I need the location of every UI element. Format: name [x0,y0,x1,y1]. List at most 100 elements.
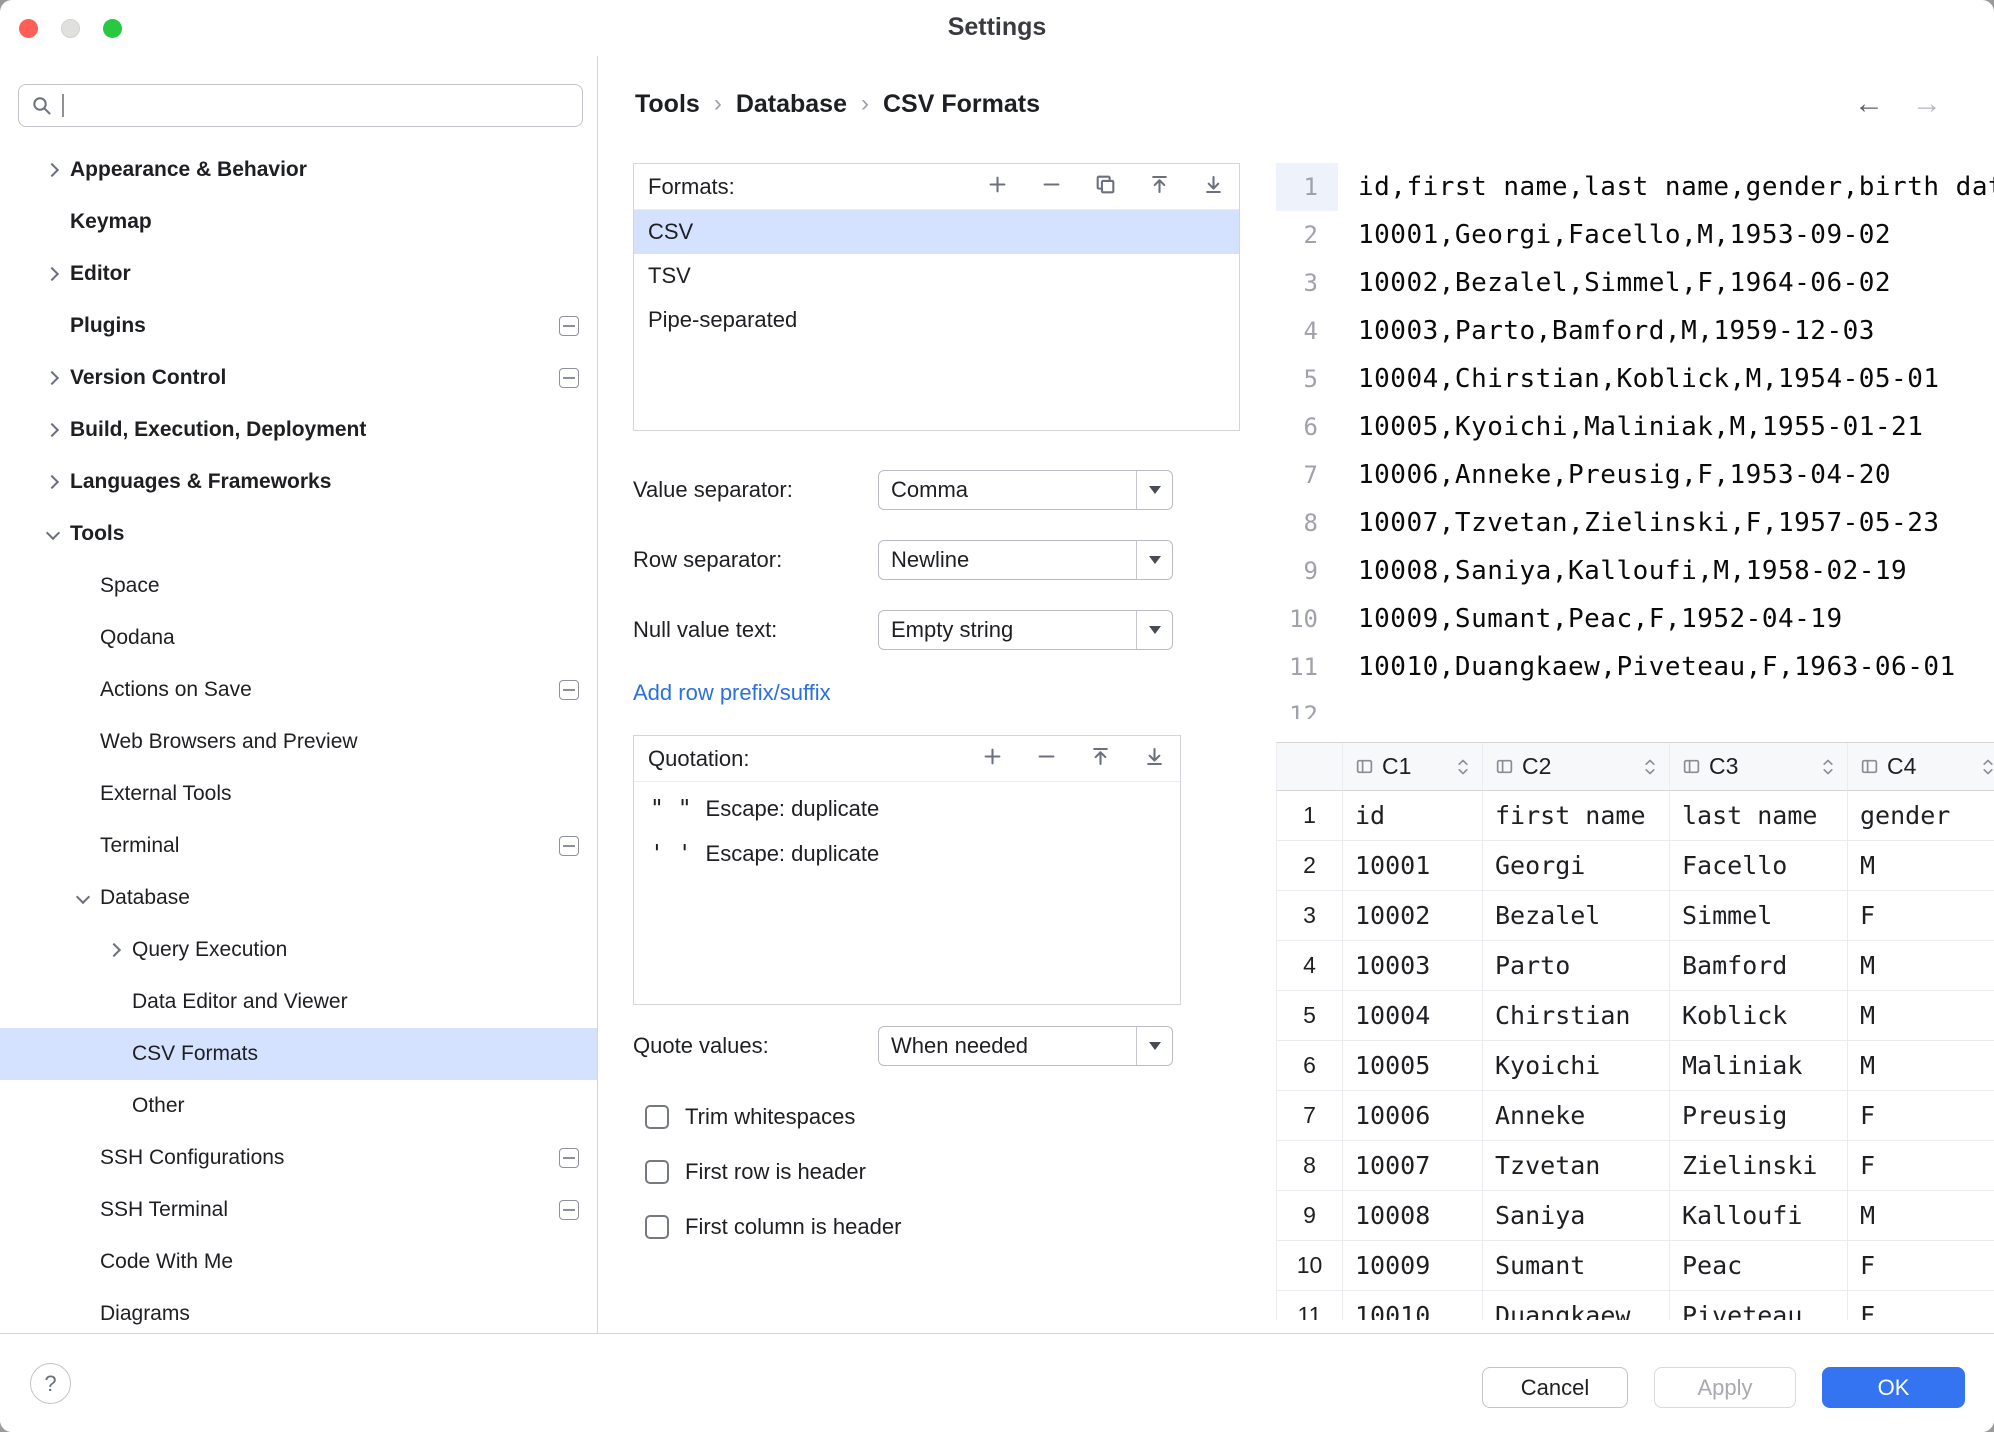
checkbox-row-trim-whitespaces[interactable]: Trim whitespaces [645,1095,901,1139]
sidebar-item-actions-on-save[interactable]: Actions on Save [0,664,597,716]
table-cell[interactable]: F [1848,1141,1994,1191]
table-cell[interactable]: M [1848,941,1994,991]
sort-icon[interactable] [1643,757,1657,777]
chevron-right-icon[interactable] [36,404,70,456]
csv-preview-grid[interactable]: C1C2C3C4 1idfirst namelast namegender210… [1276,742,1994,1320]
quotation-item-2[interactable]: ' 'Escape: duplicate [634,831,1180,876]
sort-icon[interactable] [1981,757,1994,777]
table-cell[interactable]: gender [1848,791,1994,841]
table-cell[interactable]: 10009 [1343,1241,1483,1291]
chevron-down-icon[interactable] [1136,541,1172,579]
chevron-right-icon[interactable] [98,924,132,976]
column-header-c1[interactable]: C1 [1343,743,1483,791]
line-text[interactable]: 10009,Sumant,Peac,F,1952-04-19 [1338,604,1843,634]
sort-icon[interactable] [1456,757,1470,777]
table-cell[interactable]: Georgi [1483,841,1670,891]
table-cell[interactable]: Saniya [1483,1191,1670,1241]
quote-values-select[interactable]: When needed [878,1026,1173,1066]
column-header-c2[interactable]: C2 [1483,743,1670,791]
table-cell[interactable]: Zielinski [1670,1141,1848,1191]
forward-button[interactable]: → [1912,89,1942,119]
table-cell[interactable]: M [1848,1041,1994,1091]
move-down-button[interactable] [1201,175,1225,199]
chevron-down-icon[interactable] [36,508,70,560]
cancel-button[interactable]: Cancel [1482,1367,1628,1408]
sidebar-item-other[interactable]: Other [0,1080,597,1132]
table-cell[interactable]: 10005 [1343,1041,1483,1091]
line-text[interactable]: 10001,Georgi,Facello,M,1953-09-02 [1338,220,1891,250]
line-text[interactable]: 10003,Parto,Bamford,M,1959-12-03 [1338,316,1875,346]
table-cell[interactable]: F [1848,1291,1994,1320]
table-cell[interactable]: 10008 [1343,1191,1483,1241]
table-cell[interactable]: Simmel [1670,891,1848,941]
move-up-button[interactable] [1147,175,1171,199]
search-box[interactable] [18,84,583,127]
chevron-right-icon[interactable] [36,352,70,404]
table-cell[interactable]: 10006 [1343,1091,1483,1141]
sidebar-item-database[interactable]: Database [0,872,597,924]
table-cell[interactable]: F [1848,1241,1994,1291]
sidebar-item-terminal[interactable]: Terminal [0,820,597,872]
sidebar-item-ssh-terminal[interactable]: SSH Terminal [0,1184,597,1236]
table-cell[interactable]: Tzvetan [1483,1141,1670,1191]
line-text[interactable]: id,first name,last name,gender,birth dat… [1338,172,1994,202]
table-cell[interactable]: Kalloufi [1670,1191,1848,1241]
table-cell[interactable]: first name [1483,791,1670,841]
search-input[interactable] [73,93,570,119]
checkbox[interactable] [645,1215,669,1239]
format-item-csv[interactable]: CSV [634,210,1239,254]
apply-button[interactable]: Apply [1654,1367,1796,1408]
line-text[interactable]: 10007,Tzvetan,Zielinski,F,1957-05-23 [1338,508,1940,538]
table-cell[interactable]: 10010 [1343,1291,1483,1320]
table-cell[interactable]: Parto [1483,941,1670,991]
sidebar-item-web-browsers-and-preview[interactable]: Web Browsers and Preview [0,716,597,768]
value-separator-select[interactable]: Comma [878,470,1173,510]
sidebar-item-external-tools[interactable]: External Tools [0,768,597,820]
sidebar-item-plugins[interactable]: Plugins [0,300,597,352]
chevron-down-icon[interactable] [1136,611,1172,649]
table-cell[interactable]: 10002 [1343,891,1483,941]
table-cell[interactable]: Chirstian [1483,991,1670,1041]
add-button[interactable] [985,175,1009,199]
breadcrumb-csv-formats[interactable]: CSV Formats [883,90,1040,119]
line-text[interactable]: 10006,Anneke,Preusig,F,1953-04-20 [1338,460,1891,490]
sidebar-item-ssh-configurations[interactable]: SSH Configurations [0,1132,597,1184]
ok-button[interactable]: OK [1822,1367,1965,1408]
format-item-pipe-separated[interactable]: Pipe-separated [634,298,1239,342]
table-cell[interactable]: Facello [1670,841,1848,891]
table-cell[interactable]: last name [1670,791,1848,841]
sidebar-item-version-control[interactable]: Version Control [0,352,597,404]
column-header-c4[interactable]: C4 [1848,743,1994,791]
sidebar-item-diagrams[interactable]: Diagrams [0,1288,597,1333]
table-cell[interactable]: Maliniak [1670,1041,1848,1091]
sidebar-item-csv-formats[interactable]: CSV Formats [0,1028,597,1080]
sidebar-item-keymap[interactable]: Keymap [0,196,597,248]
chevron-right-icon[interactable] [36,144,70,196]
format-item-tsv[interactable]: TSV [634,254,1239,298]
table-cell[interactable]: Piveteau [1670,1291,1848,1320]
null-value-select[interactable]: Empty string [878,610,1173,650]
table-cell[interactable]: M [1848,991,1994,1041]
sort-icon[interactable] [1821,757,1835,777]
breadcrumb-database[interactable]: Database [736,90,847,119]
chevron-right-icon[interactable] [36,456,70,508]
sidebar-item-space[interactable]: Space [0,560,597,612]
sidebar-item-editor[interactable]: Editor [0,248,597,300]
move-up-button[interactable] [1088,747,1112,771]
chevron-down-icon[interactable] [66,872,100,924]
line-text[interactable]: 10005,Kyoichi,Maliniak,M,1955-01-21 [1338,412,1923,442]
table-cell[interactable]: Koblick [1670,991,1848,1041]
table-cell[interactable]: Peac [1670,1241,1848,1291]
table-cell[interactable]: Bezalel [1483,891,1670,941]
sidebar-item-data-editor-and-viewer[interactable]: Data Editor and Viewer [0,976,597,1028]
breadcrumb-tools[interactable]: Tools [635,90,700,119]
table-cell[interactable]: 10003 [1343,941,1483,991]
table-cell[interactable]: id [1343,791,1483,841]
sidebar-item-tools[interactable]: Tools [0,508,597,560]
table-cell[interactable]: M [1848,841,1994,891]
checkbox-row-first-column-is-header[interactable]: First column is header [645,1205,901,1249]
help-button[interactable]: ? [30,1363,71,1404]
table-cell[interactable]: F [1848,891,1994,941]
row-separator-select[interactable]: Newline [878,540,1173,580]
table-cell[interactable]: M [1848,1191,1994,1241]
